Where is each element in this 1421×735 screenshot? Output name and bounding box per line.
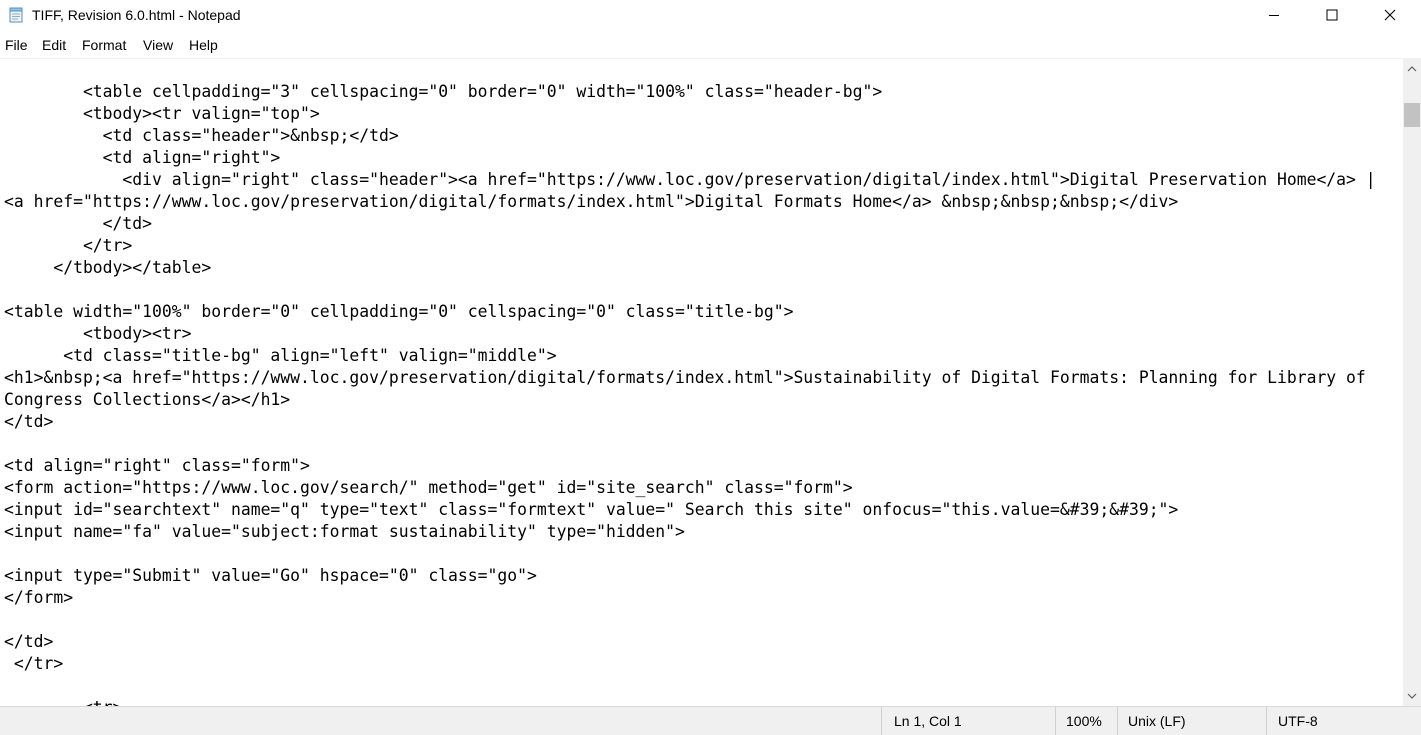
line-ending: Unix (LF) [1128, 713, 1186, 729]
editor-text: <table cellpadding="3" cellspacing="0" b… [4, 81, 1376, 707]
code-line: </td> [4, 214, 153, 233]
scroll-up-button[interactable] [1403, 59, 1421, 76]
maximize-button[interactable] [1303, 0, 1361, 30]
code-line: <h1>&nbsp;<a href="https://www.loc.gov/p… [4, 368, 1366, 387]
scroll-down-button[interactable] [1403, 686, 1421, 703]
minimize-icon [1268, 9, 1280, 21]
code-line: <input id="searchtext" name="q" type="te… [4, 500, 1179, 519]
code-line: <table width="100%" border="0" cellpaddi… [4, 302, 794, 321]
code-line: <table cellpadding="3" cellspacing="0" b… [4, 82, 883, 101]
scroll-thumb[interactable] [1404, 103, 1420, 127]
code-line: </tr> [4, 236, 133, 255]
cursor-position: Ln 1, Col 1 [894, 713, 962, 729]
status-cell-zoom [1055, 707, 1056, 735]
close-button[interactable] [1361, 0, 1419, 30]
code-line: <input name="fa" value="subject:format s… [4, 522, 685, 541]
code-line: </tbody></table> [4, 258, 212, 277]
code-line: </td> [4, 632, 54, 651]
code-line: </td> [4, 412, 54, 431]
menu-format[interactable]: Format [82, 37, 126, 53]
status-cell-position [881, 707, 882, 735]
notepad-icon [8, 7, 24, 23]
code-line: <tbody><tr> [4, 324, 192, 343]
menu-file[interactable]: File [5, 37, 28, 53]
code-line: <a href="https://www.loc.gov/preservatio… [4, 192, 1179, 211]
vertical-scrollbar[interactable] [1403, 58, 1421, 706]
code-line: <form action="https://www.loc.gov/search… [4, 478, 853, 497]
menu-bar: File Edit Format View Help [0, 34, 1421, 56]
status-cell-line-ending [1117, 707, 1118, 735]
code-line: <td class="header">&nbsp;</td> [4, 126, 399, 145]
menu-edit[interactable]: Edit [42, 37, 66, 53]
title-bar: TIFF, Revision 6.0.html - Notepad [0, 0, 1421, 30]
code-line: <td align="right" class="form"> [4, 456, 310, 475]
chevron-down-icon [1407, 686, 1417, 704]
chevron-up-icon [1407, 59, 1417, 77]
code-line: Congress Collections</a></h1> [4, 390, 291, 409]
status-cell-encoding [1266, 707, 1267, 735]
code-line: <input type="Submit" value="Go" hspace="… [4, 566, 537, 585]
maximize-icon [1326, 9, 1338, 21]
encoding: UTF-8 [1278, 713, 1318, 729]
status-bar: Ln 1, Col 1 100% Unix (LF) UTF-8 [0, 706, 1421, 735]
zoom-level: 100% [1066, 713, 1102, 729]
close-icon [1384, 9, 1396, 21]
minimize-button[interactable] [1245, 0, 1303, 30]
code-line: </form> [4, 588, 74, 607]
code-line: <td align="right"> [4, 148, 281, 167]
code-line: <td class="title-bg" align="left" valign… [4, 346, 557, 365]
code-line: <tbody><tr valign="top"> [4, 104, 320, 123]
menu-help[interactable]: Help [189, 37, 218, 53]
code-line: </tr> [4, 654, 64, 673]
menu-view[interactable]: View [143, 37, 173, 53]
code-line: <div align="right" class="header"><a hre… [4, 170, 1376, 189]
text-editor[interactable]: <table cellpadding="3" cellspacing="0" b… [0, 58, 1403, 707]
window-title: TIFF, Revision 6.0.html - Notepad [32, 7, 241, 23]
